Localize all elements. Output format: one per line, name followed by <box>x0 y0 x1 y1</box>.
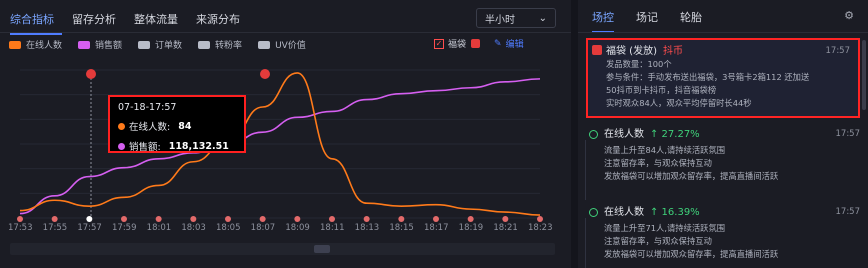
event-line: 流量上升至71人,请持续活跃氛围 <box>604 223 726 233</box>
panel-scrollbar[interactable] <box>862 40 866 110</box>
event-line: 参与条件：手动发布送出福袋，3号箱卡2箱112 还加送 <box>606 72 810 82</box>
tooltip-label: 销售额: <box>129 142 161 153</box>
x-tick-label: 18:11 <box>320 223 345 233</box>
tooltip-row-online: 在线人数: 84 <box>118 119 236 133</box>
event-time: 17:57 <box>825 46 851 56</box>
scrollbar-thumb[interactable] <box>314 245 330 253</box>
event-line: 实时观众84人，观众平均停留时长44秒 <box>606 98 752 108</box>
x-tick-label: 18:23 <box>528 223 553 233</box>
event-title: 福袋 (发放) <box>606 46 657 57</box>
event-card-online-1[interactable]: 在线人数 ↑ 27.27% 17:57 流量上升至84人,请持续活跃氛围 注意留… <box>586 128 860 183</box>
event-marker <box>467 216 474 222</box>
tooltip-label: 在线人数: <box>129 122 171 133</box>
x-tick-label: 18:13 <box>354 223 380 233</box>
up-ring-icon <box>589 130 598 139</box>
x-tick-label: 18:05 <box>216 223 241 233</box>
divider <box>578 32 868 33</box>
event-title: 在线人数 <box>604 207 644 218</box>
tab-record[interactable]: 场记 <box>636 9 658 33</box>
x-tick-label: 18:17 <box>424 223 449 233</box>
event-time: 17:57 <box>835 207 861 217</box>
x-tick-label: 18:01 <box>146 223 172 233</box>
event-marker <box>294 216 301 222</box>
grid-lines <box>20 69 540 219</box>
chart-scrollbar[interactable] <box>10 243 555 255</box>
event-marker <box>225 216 231 222</box>
event-card-online-2[interactable]: 在线人数 ↑ 16.39% 17:57 流量上升至71人,请持续活跃氛围 注意留… <box>586 206 860 261</box>
event-markers <box>17 216 543 222</box>
x-tick-label: 18:07 <box>250 223 276 233</box>
x-tick-label: 17:53 <box>8 223 33 233</box>
x-tick-label: 17:59 <box>112 223 137 233</box>
fudai-marker-icon <box>260 69 270 79</box>
tooltip-row-sales: 销售额: 118,132.51 <box>118 139 236 153</box>
event-change: ↑ 27.27% <box>650 129 700 140</box>
x-tick-label: 17:55 <box>42 223 68 233</box>
event-title: 在线人数 <box>604 129 644 140</box>
x-tick-label: 18:03 <box>181 223 206 233</box>
event-marker <box>502 216 509 222</box>
chart-tooltip: 07-18-17:57 在线人数: 84 销售额: 118,132.51 <box>108 95 246 153</box>
event-marker <box>86 216 93 222</box>
event-header: 在线人数 ↑ 27.27% 17:57 <box>604 128 860 141</box>
tooltip-time: 07-18-17:57 <box>118 102 177 113</box>
event-line: 发放福袋可以增加观众留存率，提高直播间活跃 <box>604 249 779 259</box>
gear-icon[interactable]: ⚙ <box>844 9 854 22</box>
event-line: 流量上升至84人,请持续活跃氛围 <box>604 145 726 155</box>
event-marker <box>433 216 439 222</box>
sales-dot-icon <box>118 142 125 150</box>
event-marker <box>537 216 543 222</box>
x-tick-label: 18:15 <box>389 223 414 233</box>
tab-control[interactable]: 场控 <box>592 9 614 33</box>
event-marker <box>190 216 197 222</box>
bag-icon <box>592 45 602 55</box>
event-marker <box>329 216 335 222</box>
event-marker <box>17 216 23 222</box>
event-line: 发品数量：100个 <box>606 59 672 69</box>
event-tag: 抖币 <box>662 46 683 57</box>
event-line: 注意留存率，与观众保持互动 <box>604 158 712 168</box>
tooltip-value: 84 <box>178 120 192 132</box>
chart-panel: 综合指标 留存分析 整体流量 来源分布 半小时 ⌄ 在线人数 销售额 订单数 转… <box>0 0 571 268</box>
event-change: ↑ 16.39% <box>650 207 700 218</box>
tab-tire[interactable]: 轮胎 <box>680 9 702 33</box>
event-marker <box>398 216 405 222</box>
x-tick-label: 18:21 <box>493 223 518 233</box>
event-line: 发放福袋可以增加观众留存率，提高直播间活跃 <box>604 171 779 181</box>
x-tick-label: 17:57 <box>77 223 102 233</box>
event-tabs: 场控 场记 轮胎 <box>592 9 724 33</box>
event-marker <box>121 216 127 222</box>
event-marker <box>259 216 266 222</box>
x-tick-label: 18:19 <box>458 223 484 233</box>
x-tick-label: 18:09 <box>285 223 310 233</box>
up-ring-icon <box>589 208 598 217</box>
event-line: 注意留存率，与观众保持互动 <box>604 236 712 246</box>
event-marker <box>51 216 58 222</box>
event-time: 17:57 <box>835 129 861 139</box>
event-marker <box>363 216 370 222</box>
fudai-marker-icon <box>86 69 96 79</box>
event-line: 50抖币到卡抖币，抖音福袋榜 <box>606 85 717 95</box>
event-marker <box>155 216 162 222</box>
tooltip-value: 118,132.51 <box>168 140 229 152</box>
event-panel: 场控 场记 轮胎 ⚙ 福袋 (发放) 抖币 17:57 发品数量：100个 参与… <box>578 0 868 268</box>
event-card-fudai[interactable]: 福袋 (发放) 抖币 17:57 发品数量：100个 参与条件：手动发布送出福袋… <box>586 38 860 118</box>
event-header: 福袋 (发放) 抖币 17:57 <box>606 45 850 58</box>
event-header: 在线人数 ↑ 16.39% 17:57 <box>604 206 860 219</box>
online-dot-icon <box>118 122 125 130</box>
